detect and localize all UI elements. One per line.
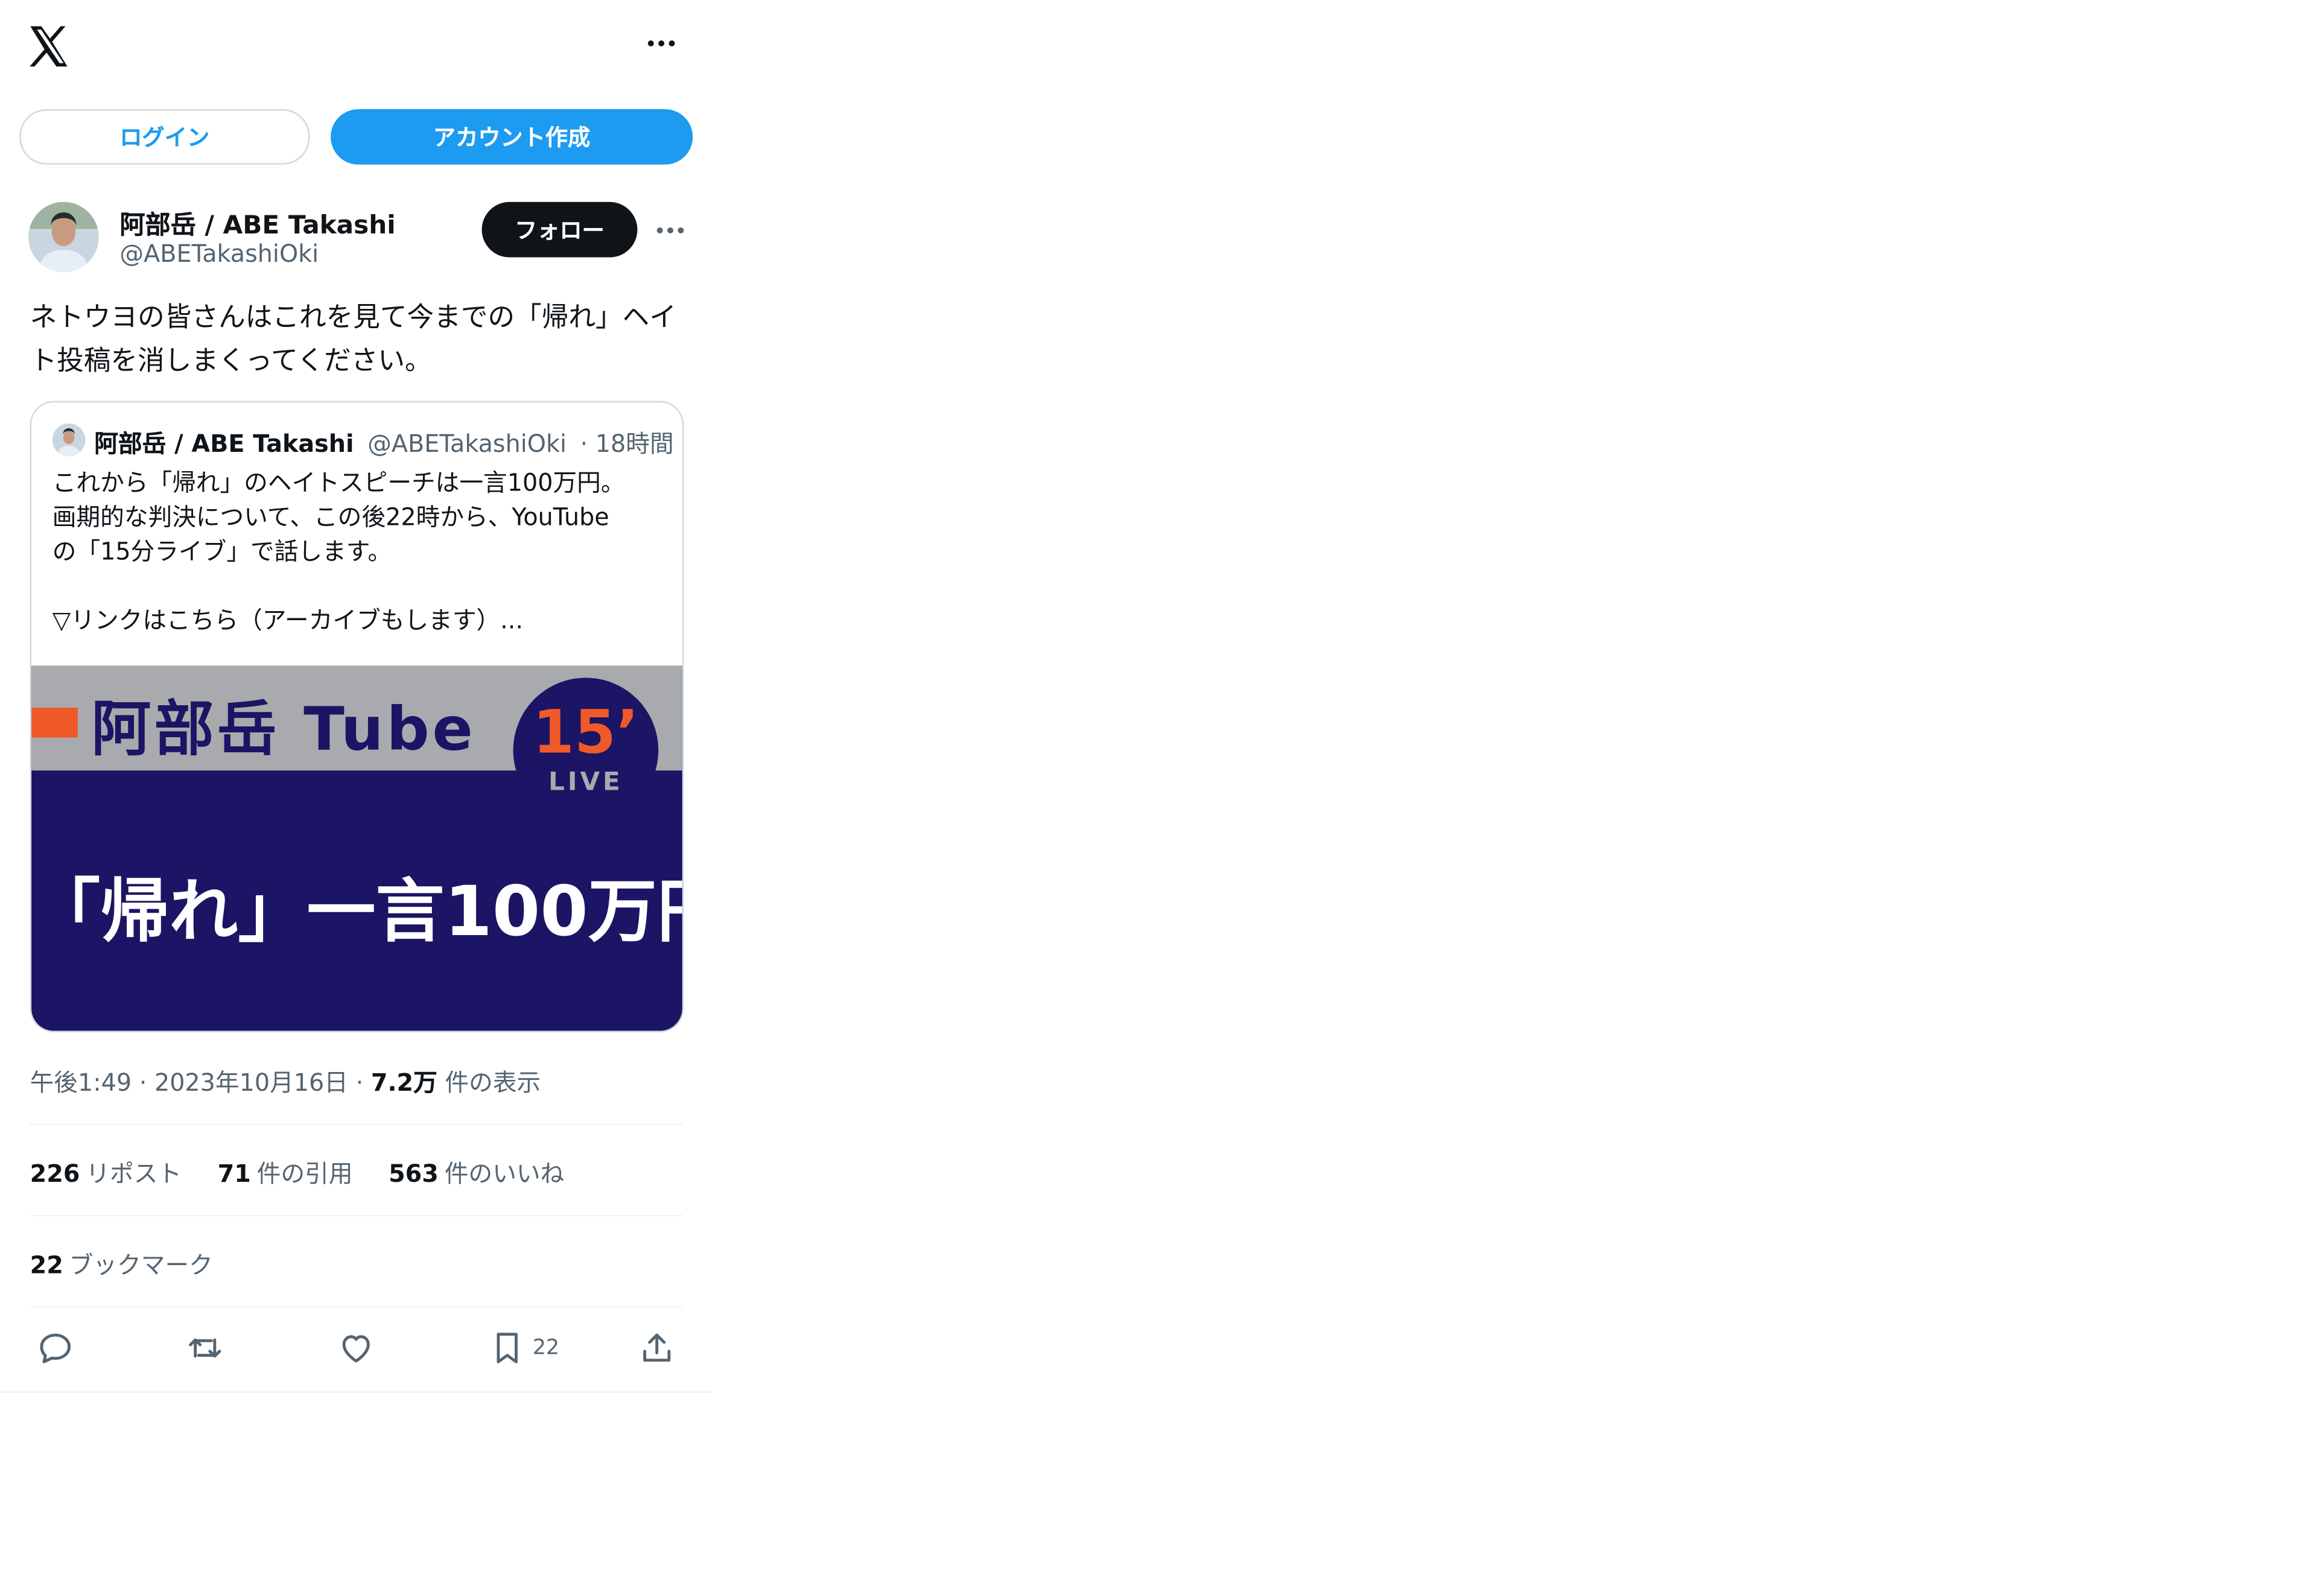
divider [30,1123,682,1125]
thumbnail-headline: 「帰れ」一言100万円 [31,871,682,952]
tweet-meta: 午後1:49 · 2023年10月16日 · 7.2万 件の表示 [30,1068,541,1097]
retweet-icon[interactable] [186,1328,224,1367]
tweet-page-column: ログイン アカウント作成 阿部岳 / ABE Takashi @ABETakas… [0,0,713,1393]
tweet-text: ネトウヨの皆さんはこれを見て今までの「帰れ」ヘイト投稿を消しまくってください。 [30,302,676,377]
x-logo-icon[interactable] [24,21,75,72]
author-name[interactable]: 阿部岳 / ABE Takashi [119,203,395,241]
signup-button[interactable]: アカウント作成 [331,109,693,165]
login-button[interactable]: ログイン [19,109,310,165]
quoted-tweet-time: · 18時間 [580,429,674,458]
reply-icon[interactable] [36,1328,75,1367]
heart-icon[interactable] [337,1328,375,1367]
reposts-stat[interactable]: 226 リポスト [30,1153,182,1190]
divider [30,1214,682,1217]
quoted-author-name: 阿部岳 / ABE Takashi [94,429,354,458]
bookmarks-stat: 22 ブックマーク [30,1251,213,1280]
share-icon[interactable] [637,1328,676,1367]
thumbnail-accent-bar [31,708,78,738]
more-horizontal-icon[interactable] [647,40,675,46]
author-handle[interactable]: @ABETakashiOki [119,240,319,268]
divider [30,1306,682,1308]
tweet-more-icon[interactable] [656,227,684,233]
author-avatar[interactable] [28,201,99,273]
thumbnail-badge-label: LIVE [548,767,623,798]
bookmark-count: 22 [532,1336,560,1360]
views-count: 7.2万 [370,1068,437,1097]
quoted-author-handle: @ABETakashiOki [367,429,567,458]
quoted-tweet-text: これから「帰れ」のヘイトスピーチは一言100万円。 画期的な判決について、この後… [52,468,625,635]
quoted-tweet-thumbnail[interactable]: 阿部岳 Tube 15’ LIVE 「帰れ」一言100万円 [31,665,682,1031]
tweet-date[interactable]: 2023年10月16日 [154,1068,348,1097]
quotes-stat[interactable]: 71 件の引用 [218,1153,353,1190]
tweet-time[interactable]: 午後1:49 [30,1068,132,1097]
thumbnail-badge-number: 15’ [533,699,639,768]
quoted-tweet-header: 阿部岳 / ABE Takashi @ABETakashiOki · 18時間 [94,424,673,460]
quoted-author-avatar [52,423,86,457]
tweet-stats: 226 リポスト 71 件の引用 563 件のいいね [30,1153,565,1190]
quoted-tweet-card[interactable]: 阿部岳 / ABE Takashi @ABETakashiOki · 18時間 … [30,401,684,1033]
thumbnail-channel-title: 阿部岳 Tube [91,696,476,765]
bookmark-icon[interactable] [487,1328,526,1367]
likes-stat[interactable]: 563 件のいいね [389,1153,564,1190]
views-label: 件の表示 [445,1068,541,1097]
follow-button[interactable]: フォロー [481,201,638,258]
